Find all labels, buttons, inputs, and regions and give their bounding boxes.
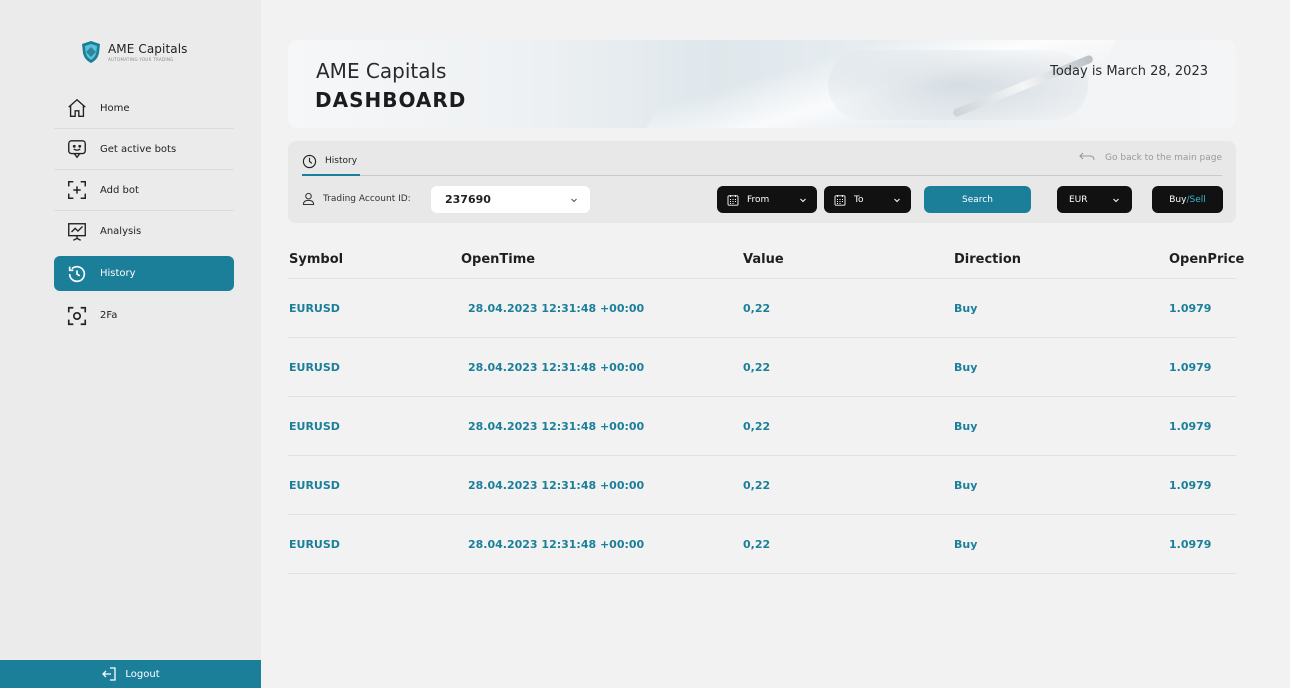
cell-symbol: EURUSD — [289, 419, 340, 433]
chevron-down-icon — [800, 198, 806, 202]
cell-direction: Buy — [954, 478, 978, 492]
user-icon — [302, 192, 315, 205]
sidebar-item-label: 2Fa — [100, 310, 118, 321]
cell-symbol: EURUSD — [289, 537, 340, 551]
bot-chat-icon — [68, 140, 86, 159]
table-row[interactable]: EURUSD 28.04.2023 12:31:48 +00:00 0,22 B… — [288, 515, 1236, 574]
sidebar-item-label: Add bot — [100, 184, 139, 196]
logout-label: Logout — [125, 668, 160, 680]
cell-openprice: 1.0979 — [1169, 419, 1212, 433]
cell-direction: Buy — [954, 301, 978, 315]
cell-symbol: EURUSD — [289, 301, 340, 315]
calendar-icon — [834, 194, 846, 206]
cell-openprice: 1.0979 — [1169, 301, 1212, 315]
cell-opentime: 28.04.2023 12:31:48 +00:00 — [468, 360, 645, 374]
logout-icon — [102, 667, 117, 681]
sidebar-item-label: Analysis — [100, 226, 142, 237]
chevron-down-icon — [1113, 198, 1119, 202]
cell-opentime: 28.04.2023 12:31:48 +00:00 — [468, 478, 645, 492]
page-title: DASHBOARD — [315, 88, 467, 112]
cell-openprice: 1.0979 — [1169, 360, 1212, 374]
tab-history[interactable]: History — [302, 150, 371, 172]
cell-opentime: 28.04.2023 12:31:48 +00:00 — [468, 419, 645, 433]
back-to-main-link[interactable]: Go back to the main page — [1079, 152, 1222, 164]
sidebar-item-home[interactable]: Home — [54, 88, 234, 129]
dashboard-banner: AME Capitals DASHBOARD Today is March 28… — [288, 40, 1236, 128]
analysis-board-icon — [68, 222, 86, 241]
table-header: Symbol OpenTime Value Direction OpenPric… — [288, 240, 1244, 279]
from-label: From — [747, 194, 770, 205]
cell-direction: Buy — [954, 419, 978, 433]
buy-label: Buy — [1169, 194, 1187, 205]
account-value: 237690 — [445, 193, 491, 206]
account-label-text: Trading Account ID: — [323, 193, 411, 204]
trading-account-select[interactable]: 237690 — [431, 186, 590, 213]
cell-direction: Buy — [954, 360, 978, 374]
history-icon — [68, 265, 86, 282]
currency-value: EUR — [1069, 194, 1088, 205]
trading-account-label: Trading Account ID: — [302, 192, 411, 205]
cell-opentime: 28.04.2023 12:31:48 +00:00 — [468, 301, 645, 315]
cell-symbol: EURUSD — [289, 360, 340, 374]
table-row[interactable]: EURUSD 28.04.2023 12:31:48 +00:00 0,22 B… — [288, 456, 1236, 515]
to-date-picker[interactable]: To — [824, 186, 911, 213]
column-header-openprice[interactable]: OpenPrice — [1169, 252, 1244, 267]
chevron-down-icon — [894, 198, 900, 202]
to-label: To — [854, 194, 864, 205]
column-header-direction[interactable]: Direction — [954, 252, 1021, 267]
cell-openprice: 1.0979 — [1169, 478, 1212, 492]
cell-direction: Buy — [954, 537, 978, 551]
sidebar-item-2fa[interactable]: 2Fa — [54, 295, 234, 336]
shield-logo-icon — [82, 41, 100, 63]
sidebar-item-label: History — [100, 268, 136, 279]
table-row[interactable]: EURUSD 28.04.2023 12:31:48 +00:00 0,22 B… — [288, 338, 1236, 397]
table-row[interactable]: EURUSD 28.04.2023 12:31:48 +00:00 0,22 B… — [288, 279, 1236, 338]
filter-panel: History Go back to the main page Trading… — [288, 141, 1236, 223]
cell-opentime: 28.04.2023 12:31:48 +00:00 — [468, 537, 645, 551]
sidebar-nav: Home Get active bots Add bot Analysis Hi… — [54, 88, 234, 336]
sidebar-item-label: Get active bots — [100, 143, 177, 155]
sidebar-item-get-active-bots[interactable]: Get active bots — [54, 129, 234, 170]
banner-subtitle: AME Capitals — [316, 59, 447, 83]
currency-select[interactable]: EUR — [1057, 186, 1132, 213]
history-table: Symbol OpenTime Value Direction OpenPric… — [288, 240, 1244, 574]
cell-symbol: EURUSD — [289, 478, 340, 492]
brand-tagline: AUTOMATING YOUR TRADING — [108, 57, 174, 62]
column-header-value[interactable]: Value — [743, 252, 784, 267]
clock-icon — [302, 154, 317, 168]
buy-sell-toggle[interactable]: Buy / Sell — [1152, 186, 1223, 213]
brand-name: AME Capitals — [108, 42, 188, 56]
from-date-picker[interactable]: From — [717, 186, 817, 213]
cell-value: 0,22 — [743, 360, 771, 374]
table-row[interactable]: EURUSD 28.04.2023 12:31:48 +00:00 0,22 B… — [288, 397, 1236, 456]
sidebar-item-add-bot[interactable]: Add bot — [54, 170, 234, 211]
sell-label: Sell — [1189, 194, 1206, 205]
add-frame-icon — [68, 181, 86, 199]
column-header-opentime[interactable]: OpenTime — [461, 252, 535, 267]
logout-button[interactable]: Logout — [0, 660, 261, 688]
tab-active-indicator — [302, 174, 360, 176]
current-date: Today is March 28, 2023 — [1050, 64, 1208, 79]
back-link-label: Go back to the main page — [1105, 153, 1222, 163]
divider — [302, 175, 1222, 176]
sidebar-item-label: Home — [100, 102, 130, 114]
cell-openprice: 1.0979 — [1169, 537, 1212, 551]
chevron-down-icon — [571, 198, 577, 202]
home-icon — [68, 98, 86, 117]
calendar-icon — [727, 194, 739, 206]
tab-label: History — [325, 156, 358, 166]
sidebar: AME Capitals AUTOMATING YOUR TRADING Hom… — [0, 0, 261, 688]
cell-value: 0,22 — [743, 537, 771, 551]
cell-value: 0,22 — [743, 301, 771, 315]
back-arrow-icon — [1079, 152, 1095, 161]
scan-icon — [67, 306, 87, 325]
search-button[interactable]: Search — [924, 186, 1031, 213]
sidebar-item-analysis[interactable]: Analysis — [54, 211, 234, 252]
cell-value: 0,22 — [743, 419, 771, 433]
column-header-symbol[interactable]: Symbol — [289, 252, 343, 267]
brand-logo-block[interactable]: AME Capitals AUTOMATING YOUR TRADING — [80, 40, 188, 64]
cell-value: 0,22 — [743, 478, 771, 492]
sidebar-item-history[interactable]: History — [54, 256, 234, 291]
